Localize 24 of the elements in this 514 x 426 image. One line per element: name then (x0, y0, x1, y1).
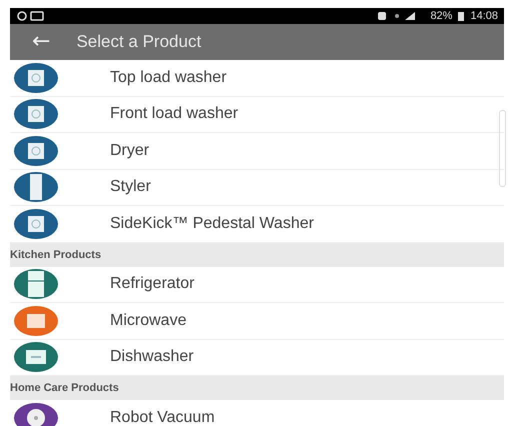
screen-title: Select a Product (76, 32, 202, 52)
product-item[interactable]: Robot Vacuum (10, 400, 504, 426)
back-button[interactable]: ← (32, 31, 50, 53)
product-item[interactable]: Refrigerator (10, 266, 504, 303)
product-name: Refrigerator (110, 275, 194, 294)
clock: 14:08 (470, 10, 498, 22)
product-name: SideKick™ Pedestal Washer (110, 214, 314, 233)
product-item[interactable]: Dryer (10, 133, 504, 170)
battery-icon (457, 11, 466, 21)
battery-percentage: 82% (430, 10, 452, 22)
product-name: Styler (110, 178, 151, 196)
product-name: Top load washer (110, 68, 227, 87)
product-name: Microwave (110, 312, 186, 330)
product-item[interactable]: Top load washer (10, 60, 504, 96)
product-name: Dryer (110, 142, 150, 160)
notification-icons (16, 11, 46, 21)
product-name: Dishwasher (110, 348, 194, 366)
product-name: Front load washer (110, 105, 238, 124)
product-name: Robot Vacuum (110, 408, 215, 426)
section-header: Kitchen Products (10, 242, 504, 266)
product-item[interactable]: Microwave (10, 303, 504, 340)
section-header: Home Care Products (10, 376, 504, 400)
product-item[interactable]: Front load washer (10, 96, 504, 133)
product-item[interactable]: Styler (10, 170, 504, 206)
